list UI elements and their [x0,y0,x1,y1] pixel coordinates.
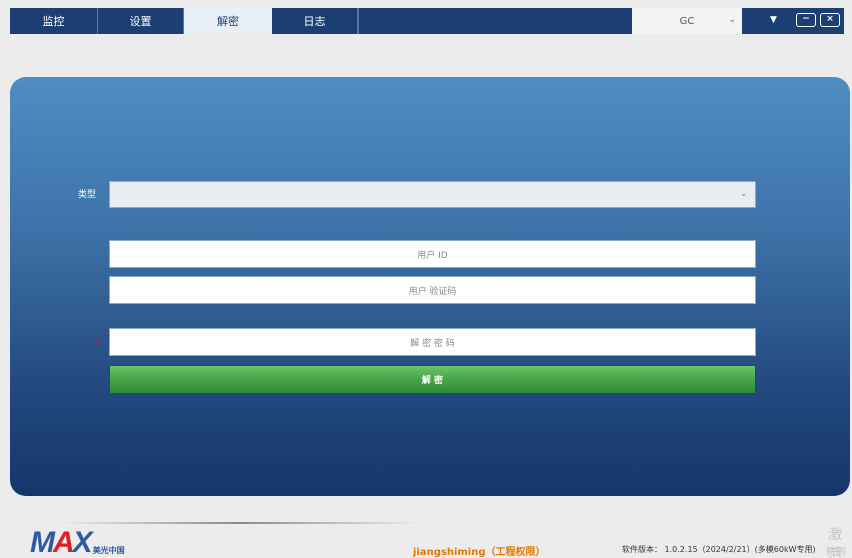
menu-dropdown-icon[interactable]: ▼ [770,15,777,25]
logo-subtitle: 美光中国 [92,546,125,555]
logo-wordmark: MAX [30,526,93,558]
activation-watermark-sub: 转到 [826,547,846,558]
decrypt-button[interactable]: 解 密 [109,365,756,394]
tab-settings[interactable]: 设置 [98,8,184,34]
chevron-down-icon: ⌄ [728,15,736,25]
device-select-value: GC [679,15,695,27]
type-label: 类型 [78,190,97,200]
user-id-placeholder: 用户 ID [417,250,448,261]
nav-spacer [358,8,632,34]
decrypt-password-input[interactable]: 解 密 密 码 [109,328,756,356]
current-user: jiangshiming（工程权限） [413,547,546,558]
decrypt-password-placeholder: 解 密 密 码 [410,338,455,349]
minimize-button[interactable]: − [796,13,816,27]
user-id-input[interactable]: 用户 ID [109,240,756,268]
device-select[interactable]: GC ⌄ [632,8,742,34]
company-logo: MAX 美光中国 [30,527,125,558]
chevron-down-icon: ⌄ [740,189,747,198]
verify-code-placeholder: 用户 验证码 [408,286,457,297]
verify-code-input[interactable]: 用户 验证码 [109,276,756,304]
close-button[interactable]: × [820,13,840,27]
tab-monitor[interactable]: 监控 [10,8,98,34]
required-mark: * [94,338,99,349]
footer-divider [60,522,420,524]
type-select[interactable]: ⌄ [109,181,756,208]
tab-log[interactable]: 日志 [272,8,358,34]
software-version: 软件版本： 1.0.2.15（2024/2/21）(多模60kW专用) [622,545,816,554]
tab-decrypt[interactable]: 解密 [184,8,272,34]
